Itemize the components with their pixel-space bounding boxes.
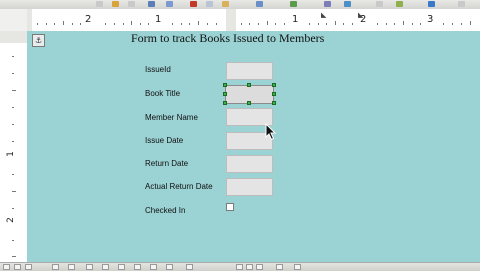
toolbar-button[interactable]: [86, 264, 93, 270]
arrow-cursor-icon: [265, 123, 277, 141]
ruler-number: 1: [5, 151, 16, 157]
return-date-field[interactable]: [226, 155, 273, 173]
selection-handle[interactable]: [223, 92, 227, 96]
toolbar-button[interactable]: [102, 264, 109, 270]
actual-return-date-field[interactable]: [226, 178, 273, 196]
checked-in-label[interactable]: Checked In: [145, 206, 185, 215]
horizontal-ruler[interactable]: 2 1 1 2 3 ◣ ◣: [27, 9, 480, 32]
toolbar-button[interactable]: [186, 264, 193, 270]
toolbar-button[interactable]: [256, 264, 263, 270]
tab-stop-marker[interactable]: ◣: [321, 11, 326, 19]
member-name-label[interactable]: Member Name: [145, 113, 198, 122]
toolbar-button[interactable]: [128, 1, 135, 7]
toolbar-button[interactable]: [166, 1, 173, 7]
toolbar-button[interactable]: [3, 264, 10, 270]
toolbar-button[interactable]: [112, 1, 119, 7]
selection-handle[interactable]: [247, 101, 251, 105]
issue-date-label[interactable]: Issue Date: [145, 136, 183, 145]
vertical-ruler[interactable]: 1 2: [0, 31, 28, 262]
toolbar-button[interactable]: [256, 1, 263, 7]
cut-icon[interactable]: [190, 1, 197, 7]
toolbar-button[interactable]: [148, 1, 155, 7]
toolbar-button[interactable]: [14, 264, 21, 270]
toolbar-button[interactable]: [150, 264, 157, 270]
toolbar-button[interactable]: [294, 264, 301, 270]
selection-handle[interactable]: [272, 83, 276, 87]
ruler-corner: [0, 9, 28, 32]
toolbar-button[interactable]: [236, 264, 243, 270]
selection-handle[interactable]: [272, 101, 276, 105]
toolbar-button[interactable]: [68, 264, 75, 270]
toolbar-button[interactable]: [96, 1, 103, 7]
issueid-label[interactable]: IssueId: [145, 65, 171, 74]
toolbar-button[interactable]: [324, 1, 331, 7]
toolbar-button[interactable]: [376, 1, 383, 7]
selection-handle[interactable]: [247, 83, 251, 87]
toolbar-button[interactable]: [458, 1, 465, 7]
toolbar-button[interactable]: [52, 264, 59, 270]
ruler-number: 3: [427, 14, 434, 25]
checked-in-checkbox[interactable]: [226, 203, 234, 211]
tab-stop-marker[interactable]: ◣: [358, 11, 363, 19]
ruler-number: 1: [155, 14, 162, 25]
form-design-area[interactable]: ⚓ Form to track Books Issued to Members …: [27, 31, 480, 262]
selection-handle[interactable]: [223, 101, 227, 105]
copy-icon[interactable]: [206, 1, 213, 7]
return-date-label[interactable]: Return Date: [145, 159, 188, 168]
book-title-label[interactable]: Book Title: [145, 89, 180, 98]
toolbar-button[interactable]: [396, 1, 403, 7]
toolbar-button[interactable]: [166, 264, 173, 270]
toolbar-button[interactable]: [118, 264, 125, 270]
form-title[interactable]: Form to track Books Issued to Members: [131, 31, 324, 46]
anchor-icon[interactable]: ⚓: [32, 34, 45, 47]
toolbar-button[interactable]: [276, 264, 283, 270]
ruler-number: 2: [85, 14, 92, 25]
toolbar-button[interactable]: [344, 1, 351, 7]
ruler-number: 2: [5, 217, 16, 223]
issueid-field[interactable]: [226, 62, 273, 80]
selection-handle[interactable]: [272, 92, 276, 96]
paste-icon[interactable]: [222, 1, 229, 7]
selection-handle[interactable]: [223, 83, 227, 87]
actual-return-date-label[interactable]: Actual Return Date: [145, 182, 213, 191]
toolbar-button[interactable]: [428, 1, 435, 7]
toolbar-button[interactable]: [25, 264, 32, 270]
ruler-number: 1: [292, 14, 299, 25]
toolbar-button[interactable]: [246, 264, 253, 270]
toolbar-button[interactable]: [134, 264, 141, 270]
toolbar-button[interactable]: [290, 1, 297, 7]
